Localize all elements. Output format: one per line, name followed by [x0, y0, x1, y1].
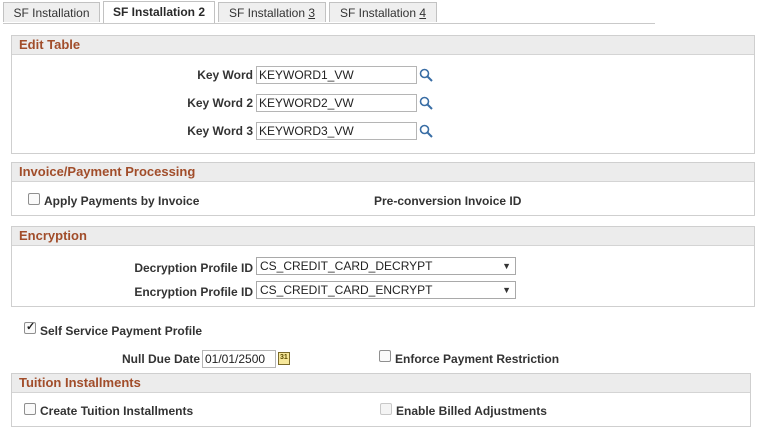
- tab-hotkey: 3: [308, 6, 316, 20]
- apply-payments-label: Apply Payments by Invoice: [44, 194, 200, 208]
- null-due-date-label: Null Due Date: [121, 352, 200, 366]
- tab-sf-installation-2[interactable]: SF Installation 2: [103, 1, 215, 23]
- create-tuition-label: Create Tuition Installments: [40, 404, 194, 418]
- select-value: CS_CREDIT_CARD_ENCRYPT: [260, 283, 433, 297]
- tab-sf-installation[interactable]: SF Installation: [3, 2, 100, 22]
- tab-bar: SF Installation SF Installation 2 SF Ins…: [3, 1, 655, 24]
- enable-billed-label: Enable Billed Adjustments: [396, 404, 547, 418]
- calendar-day: 31: [280, 354, 288, 361]
- tab-hotkey: 4: [419, 6, 427, 20]
- enforce-payment-label: Enforce Payment Restriction: [395, 352, 560, 366]
- select-value: CS_CREDIT_CARD_DECRYPT: [260, 259, 433, 273]
- calendar-icon[interactable]: 31: [278, 352, 290, 365]
- self-service-label: Self Service Payment Profile: [40, 324, 203, 338]
- tab-sf-installation-4[interactable]: SF Installation 4: [329, 2, 437, 22]
- tab-label: SF Installation 2: [112, 5, 205, 19]
- group-title: Edit Table: [12, 36, 754, 55]
- dropdown-arrow-icon: ▼: [502, 285, 511, 295]
- decryption-profile-label: Decryption Profile ID: [134, 261, 253, 275]
- decryption-profile-select[interactable]: CS_CREDIT_CARD_DECRYPT ▼: [256, 257, 516, 275]
- apply-payments-checkbox[interactable]: [28, 193, 40, 205]
- tab-sf-installation-3[interactable]: SF Installation 3: [218, 2, 326, 22]
- self-service-checkbox[interactable]: ✓: [24, 321, 36, 334]
- keyword-2-label: Key Word 2: [187, 96, 253, 110]
- keyword-1-label: Key Word: [197, 68, 253, 82]
- preconversion-invoice-label: Pre-conversion Invoice ID: [374, 194, 522, 208]
- checkmark-icon: ✓: [26, 321, 36, 333]
- encryption-profile-select[interactable]: CS_CREDIT_CARD_ENCRYPT ▼: [256, 281, 516, 299]
- group-title: Invoice/Payment Processing: [12, 163, 754, 182]
- null-due-date-input[interactable]: 01/01/2500: [202, 350, 276, 368]
- enable-billed-checkbox[interactable]: [380, 403, 392, 415]
- tab-label: SF Installation: [339, 6, 420, 20]
- search-icon[interactable]: [419, 68, 433, 82]
- keyword-2-input[interactable]: KEYWORD2_VW: [256, 94, 417, 112]
- group-title: Tuition Installments: [12, 374, 750, 393]
- keyword-3-input[interactable]: KEYWORD3_VW: [256, 122, 417, 140]
- group-title: Encryption: [12, 227, 754, 246]
- search-icon[interactable]: [419, 124, 433, 138]
- enforce-payment-checkbox[interactable]: [379, 350, 391, 362]
- tab-label: SF Installation: [228, 6, 309, 20]
- tab-label: SF Installation: [13, 6, 90, 20]
- tuition-installments-group: Tuition Installments: [11, 373, 751, 427]
- create-tuition-checkbox[interactable]: [24, 403, 36, 415]
- keyword-1-input[interactable]: KEYWORD1_VW: [256, 66, 417, 84]
- keyword-3-label: Key Word 3: [187, 124, 253, 138]
- encryption-profile-label: Encryption Profile ID: [134, 285, 253, 299]
- dropdown-arrow-icon: ▼: [502, 261, 511, 271]
- search-icon[interactable]: [419, 96, 433, 110]
